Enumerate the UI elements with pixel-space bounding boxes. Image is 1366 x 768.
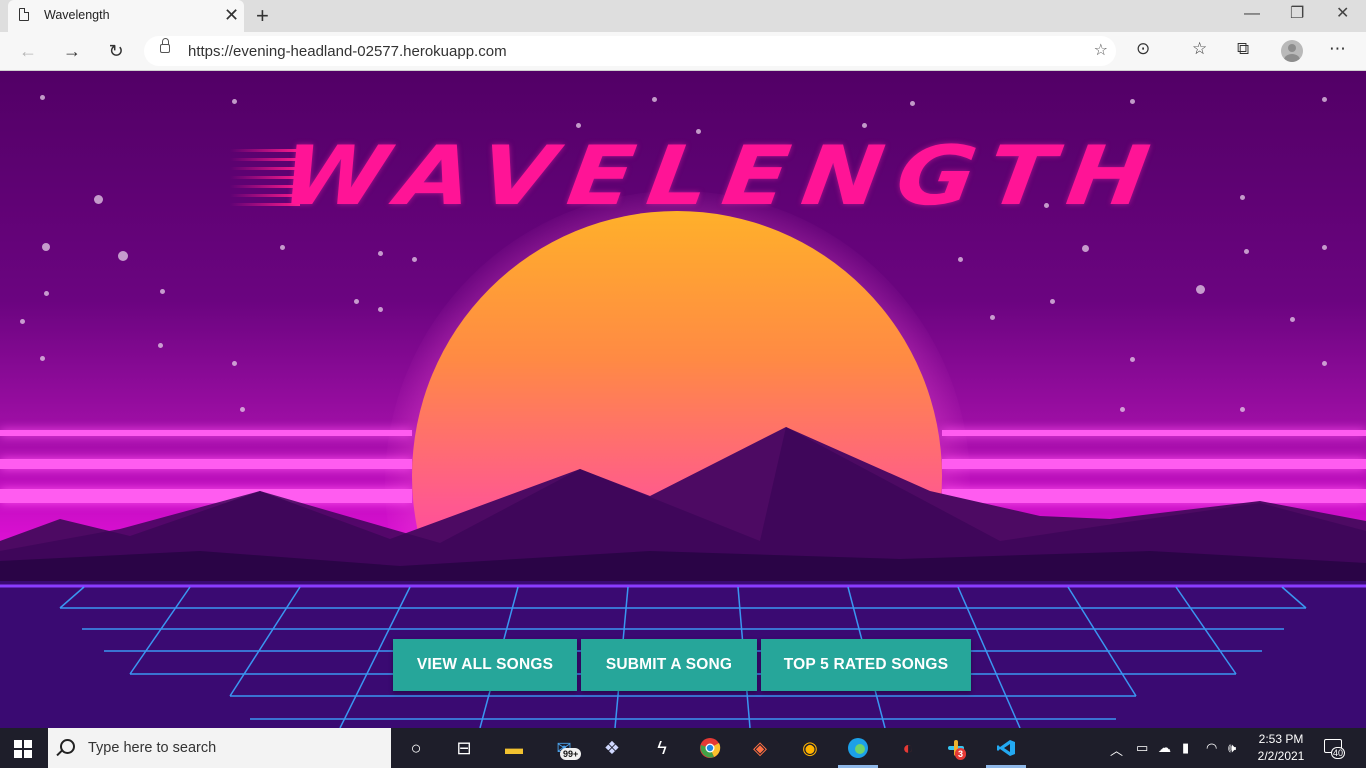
logo-wrap: Wavelength <box>230 128 1169 229</box>
wifi-icon[interactable]: ◠ <box>1206 740 1217 756</box>
lock-icon[interactable] <box>160 38 170 53</box>
meet-now-icon[interactable]: ▭ <box>1136 740 1148 756</box>
taskbar: Type here to search ○ ⊟ ▬ ✉ 99+ ❖ ϟ ◈ ◉ … <box>0 728 1366 768</box>
forward-icon[interactable]: → <box>58 38 86 64</box>
git-icon[interactable]: ◈ <box>748 736 772 760</box>
file-explorer-icon[interactable]: ▬ <box>502 736 526 760</box>
search-placeholder[interactable]: Type here to search <box>88 740 216 756</box>
volume-icon[interactable]: 🕪 <box>1228 740 1236 756</box>
address-bar[interactable]: https://evening-headland-02577.herokuapp… <box>144 36 1116 66</box>
collections-icon[interactable]: ⧉ <box>1237 39 1249 59</box>
app-icon[interactable]: ϟ <box>650 736 674 760</box>
browser-toolbar: ← → ↻ https://evening-headland-02577.her… <box>0 32 1366 71</box>
slack-badge: 3 <box>955 748 967 760</box>
url-text[interactable]: https://evening-headland-02577.herokuapp… <box>188 43 507 60</box>
search-icon <box>60 739 75 754</box>
profile-icon[interactable] <box>1281 40 1303 62</box>
submit-song-button[interactable]: SUBMIT A SONG <box>581 639 757 691</box>
back-icon[interactable]: ← <box>14 38 42 64</box>
hero-section: Wavelength VIEW ALL SONGS SUBMIT A SONG … <box>0 71 1366 728</box>
taskbar-search-box[interactable]: Type here to search <box>48 728 391 768</box>
minimize-icon[interactable]: — <box>1244 4 1260 24</box>
tab-title: Wavelength <box>44 8 110 22</box>
new-tab-icon[interactable]: + <box>256 2 269 30</box>
add-favorite-icon[interactable]: ☆ <box>1094 40 1108 60</box>
app-icon[interactable]: ◉ <box>798 736 822 760</box>
clock-time: 2:53 PM <box>1258 732 1304 746</box>
onedrive-icon[interactable]: ☁ <box>1158 740 1171 756</box>
restore-icon[interactable]: ❐ <box>1290 4 1304 24</box>
chrome-icon[interactable] <box>698 736 722 760</box>
refresh-icon[interactable]: ↻ <box>102 38 130 64</box>
clock-date: 2/2/2021 <box>1257 749 1305 763</box>
battery-icon[interactable]: ▮ <box>1182 740 1189 756</box>
mail-badge: 99+ <box>560 748 582 760</box>
top-rated-songs-button[interactable]: TOP 5 RATED SONGS <box>761 639 971 691</box>
clock[interactable]: 2:53 PM 2/2/2021 <box>1254 731 1308 765</box>
more-icon[interactable]: ⋯ <box>1329 39 1346 59</box>
windows-start-icon[interactable] <box>14 740 32 758</box>
action-buttons: VIEW ALL SONGS SUBMIT A SONG TOP 5 RATED… <box>393 639 971 691</box>
reader-icon[interactable]: ⊙ <box>1136 39 1150 59</box>
edge-icon[interactable] <box>846 736 870 760</box>
favorites-icon[interactable]: ☆ <box>1192 39 1207 59</box>
dropbox-icon[interactable]: ❖ <box>600 736 624 760</box>
page-icon <box>19 8 29 21</box>
close-window-icon[interactable]: ✕ <box>1336 4 1349 24</box>
browser-tab[interactable]: Wavelength ✕ <box>8 0 244 32</box>
app-icon[interactable]: ◐ <box>896 736 920 760</box>
tab-close-icon[interactable]: ✕ <box>224 5 239 25</box>
browser-tab-bar: Wavelength ✕ + — ❐ ✕ <box>0 0 1366 32</box>
site-logo-title: Wavelength <box>275 128 1169 224</box>
vscode-icon[interactable] <box>994 736 1018 760</box>
view-all-songs-button[interactable]: VIEW ALL SONGS <box>393 639 577 691</box>
cortana-icon[interactable]: ○ <box>404 736 428 760</box>
task-view-icon[interactable]: ⊟ <box>452 736 476 760</box>
notification-count: 40 <box>1331 747 1346 759</box>
show-hidden-icons-icon[interactable]: ︿ <box>1110 740 1123 759</box>
